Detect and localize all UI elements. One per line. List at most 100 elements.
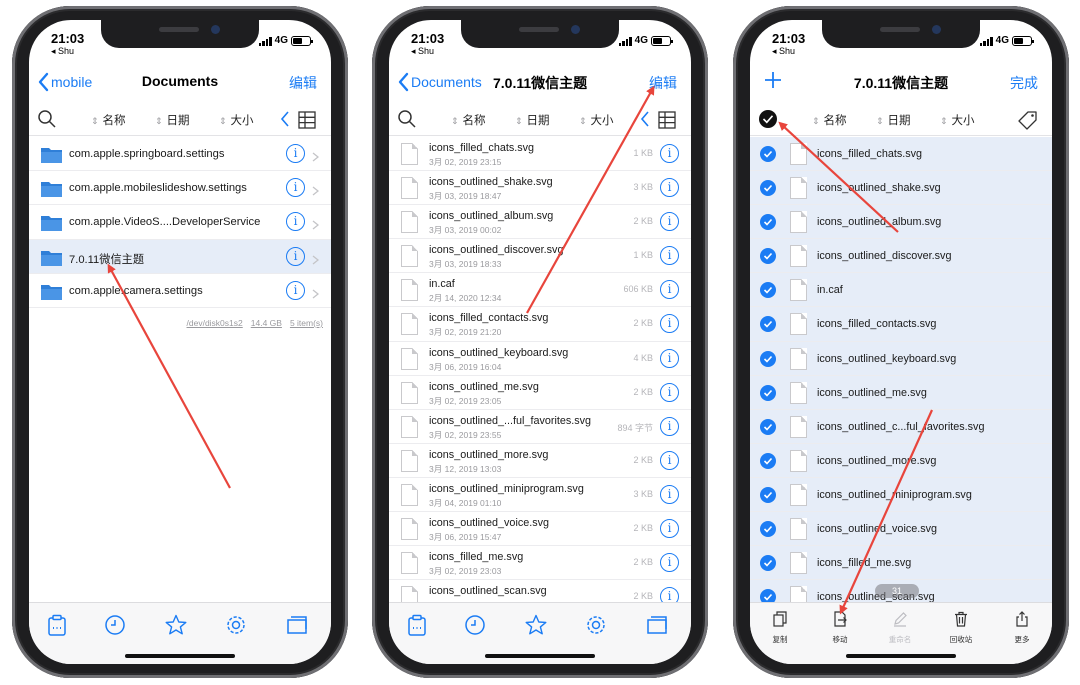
file-row[interactable]: icons_filled_chats.svg 3月 02, 2019 23:15 1… xyxy=(389,137,691,172)
file-row[interactable]: icons_outlined_me.svg 3月 02, 2019 23:05 2 … xyxy=(389,376,691,410)
info-icon[interactable]: i xyxy=(660,178,679,198)
file-row[interactable]: icons_outlined_shake.svg 3月 03, 2019 18:4… xyxy=(389,171,691,206)
file-row[interactable]: icons_outlined_more.svg 3月 12, 2019 13:03… xyxy=(389,444,691,478)
back-to-app[interactable]: ◂ Shu xyxy=(411,46,434,57)
file-row[interactable]: icons_outlined_miniprogram.svg 3月 04, 201… xyxy=(389,478,691,513)
info-icon[interactable]: i xyxy=(660,348,679,368)
gear-icon[interactable] xyxy=(224,613,248,637)
clock-icon[interactable] xyxy=(463,613,487,637)
selected-file-row[interactable]: icons_outlined_keyboard.svg xyxy=(750,341,1052,376)
folder-row[interactable]: com.apple.mobileslideshow.settings i xyxy=(29,171,331,206)
info-icon[interactable]: i xyxy=(660,280,679,300)
file-row[interactable]: icons_outlined_voice.svg 3月 06, 2019 15:4… xyxy=(389,512,691,547)
sort-by-size[interactable]: ⇕ 大小 xyxy=(940,112,975,128)
selected-file-row[interactable]: icons_filled_contacts.svg xyxy=(750,307,1052,342)
clipboard-icon[interactable] xyxy=(45,613,69,637)
file-row[interactable]: icons_outlined_keyboard.svg 3月 06, 2019 1… xyxy=(389,342,691,376)
select-all-checkmark-icon[interactable] xyxy=(758,109,778,129)
info-icon[interactable]: i xyxy=(286,246,305,266)
checkmark-icon[interactable] xyxy=(760,146,776,162)
selected-file-row[interactable]: icons_outlined_me.svg xyxy=(750,375,1052,410)
more-button[interactable]: 更多 xyxy=(1002,611,1042,645)
back-to-app[interactable]: ◂ Shu xyxy=(772,46,795,57)
selected-file-row[interactable]: icons_outlined_miniprogram.svg xyxy=(750,477,1052,513)
copy-button[interactable]: 复制 xyxy=(760,611,800,645)
sort-by-name[interactable]: ⇕ 名称 xyxy=(812,112,847,128)
file-row[interactable]: icons_filled_contacts.svg 3月 02, 2019 21:… xyxy=(389,307,691,342)
file-row[interactable]: icons_outlined_...ful_favorites.svg 3月 02… xyxy=(389,410,691,444)
selected-file-row[interactable]: icons_outlined_c...ful_favorites.svg xyxy=(750,409,1052,444)
checkmark-icon[interactable] xyxy=(760,350,776,367)
info-icon[interactable]: i xyxy=(660,450,679,470)
sort-by-date[interactable]: ⇕ 日期 xyxy=(515,112,550,128)
info-icon[interactable]: i xyxy=(660,519,679,539)
selected-file-row[interactable]: icons_outlined_discover.svg xyxy=(750,239,1052,274)
info-icon[interactable]: i xyxy=(660,416,679,436)
done-button[interactable]: 完成 xyxy=(1010,73,1038,93)
sort-by-size[interactable]: ⇕ 大小 xyxy=(219,112,254,128)
grid-view-icon[interactable] xyxy=(657,110,677,130)
clock-icon[interactable] xyxy=(103,613,127,637)
selected-file-row[interactable]: icons_outlined_album.svg xyxy=(750,205,1052,240)
selected-file-row[interactable]: icons_outlined_voice.svg xyxy=(750,512,1052,547)
checkmark-icon[interactable] xyxy=(760,282,776,299)
file-row[interactable]: icons_outlined_album.svg 3月 03, 2019 00:0… xyxy=(389,205,691,240)
checkmark-icon[interactable] xyxy=(760,521,776,538)
search-icon[interactable] xyxy=(397,109,417,129)
checkmark-icon[interactable] xyxy=(760,555,776,572)
checkmark-icon[interactable] xyxy=(760,248,776,265)
folder-row[interactable]: com.apple.camera.settings i xyxy=(29,274,331,308)
sort-by-date[interactable]: ⇕ 日期 xyxy=(876,112,911,128)
info-icon[interactable]: i xyxy=(286,280,305,300)
folder-row[interactable]: com.apple.springboard.settings i xyxy=(29,137,331,172)
sort-by-name[interactable]: ⇕ 名称 xyxy=(91,112,126,128)
star-icon[interactable] xyxy=(164,613,188,637)
move-button[interactable]: 移动 xyxy=(820,611,860,645)
chevron-left-icon[interactable] xyxy=(639,110,651,128)
info-icon[interactable]: i xyxy=(660,144,679,163)
windows-icon[interactable] xyxy=(645,613,669,637)
search-icon[interactable] xyxy=(37,109,57,129)
sort-by-size[interactable]: ⇕ 大小 xyxy=(579,112,614,128)
checkmark-icon[interactable] xyxy=(760,486,776,503)
file-row[interactable]: icons_filled_me.svg 3月 02, 2019 23:03 2 KB… xyxy=(389,546,691,581)
selected-file-row[interactable]: in.caf xyxy=(750,273,1052,308)
file-row[interactable]: in.caf 2月 14, 2020 12:34 606 KB i xyxy=(389,273,691,308)
checkmark-icon[interactable] xyxy=(760,452,776,469)
info-icon[interactable]: i xyxy=(660,484,679,504)
star-icon[interactable] xyxy=(524,613,548,637)
trash-button[interactable]: 回收站 xyxy=(941,611,981,645)
checkmark-icon[interactable] xyxy=(760,418,776,435)
selected-file-row[interactable]: icons_outlined_more.svg xyxy=(750,443,1052,478)
sort-by-name[interactable]: ⇕ 名称 xyxy=(451,112,486,128)
file-row[interactable]: icons_outlined_discover.svg 3月 03, 2019 1… xyxy=(389,239,691,274)
clipboard-icon[interactable] xyxy=(405,613,429,637)
rename-button[interactable]: 重命名 xyxy=(880,611,920,645)
checkmark-icon[interactable] xyxy=(760,316,776,333)
selected-file-row[interactable]: icons_filled_me.svg xyxy=(750,546,1052,581)
info-icon[interactable]: i xyxy=(660,314,679,334)
grid-view-icon[interactable] xyxy=(297,110,317,130)
info-icon[interactable]: i xyxy=(286,212,305,232)
info-icon[interactable]: i xyxy=(286,178,305,198)
checkmark-icon[interactable] xyxy=(760,384,776,401)
gear-icon[interactable] xyxy=(584,613,608,637)
edit-button[interactable]: 编辑 xyxy=(289,73,317,93)
info-icon[interactable]: i xyxy=(286,144,305,163)
selected-file-row[interactable]: icons_outlined_shake.svg xyxy=(750,171,1052,206)
info-icon[interactable]: i xyxy=(660,212,679,232)
checkmark-icon[interactable] xyxy=(760,180,776,197)
selected-file-row[interactable]: icons_filled_chats.svg xyxy=(750,137,1052,172)
folder-row[interactable]: 7.0.11微信主题 i xyxy=(29,239,331,274)
info-icon[interactable]: i xyxy=(660,246,679,266)
sort-by-date[interactable]: ⇕ 日期 xyxy=(155,112,190,128)
info-icon[interactable]: i xyxy=(660,382,679,402)
windows-icon[interactable] xyxy=(285,613,309,637)
chevron-left-icon[interactable] xyxy=(279,110,291,128)
tag-icon[interactable] xyxy=(1018,110,1038,130)
folder-row[interactable]: com.apple.VideoS....DeveloperService i xyxy=(29,205,331,240)
edit-button[interactable]: 编辑 xyxy=(649,73,677,93)
back-button[interactable]: Documents xyxy=(397,72,482,92)
checkmark-icon[interactable] xyxy=(760,214,776,231)
info-icon[interactable]: i xyxy=(660,553,679,573)
